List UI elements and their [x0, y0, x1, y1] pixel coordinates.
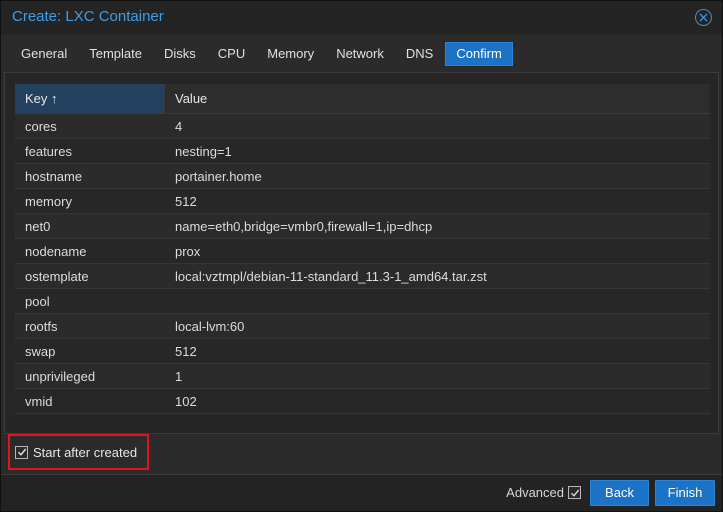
row-key: cores: [25, 119, 57, 134]
table-row[interactable]: pool: [15, 289, 710, 314]
start-after-created-check-icon[interactable]: [15, 445, 28, 459]
close-icon[interactable]: [695, 9, 712, 26]
column-header-value[interactable]: Value: [165, 84, 207, 113]
tab-general[interactable]: General: [11, 42, 77, 66]
tab-disks[interactable]: Disks: [154, 42, 206, 66]
row-key: features: [25, 144, 72, 159]
dialog-title: Create: LXC Container: [12, 8, 164, 25]
tab-cpu[interactable]: CPU: [208, 42, 255, 66]
tab-confirm[interactable]: Confirm: [445, 42, 513, 66]
tab-bar: General Template Disks CPU Memory Network DNS C…: [1, 35, 722, 71]
row-value: 512: [175, 344, 197, 359]
advanced-check-icon[interactable]: [568, 486, 581, 499]
row-value: name=eth0,bridge=vmbr0,firewall=1,ip=dhc…: [175, 219, 433, 234]
dialog-footer: Advanced Back Finish: [1, 474, 722, 511]
tab-template[interactable]: Template: [79, 42, 152, 66]
confirm-panel: Key ↑ Value cores 4 features nesting=1 hostn…: [4, 72, 719, 434]
advanced-toggle[interactable]: Advanced: [506, 485, 581, 500]
lxc-create-dialog: Create: LXC Container General Template Dis…: [0, 0, 723, 512]
start-after-created-label: Start after created: [33, 444, 138, 460]
table-row[interactable]: swap 512: [15, 339, 710, 364]
row-value: 512: [175, 194, 197, 209]
table-row[interactable]: hostname portainer.home: [15, 164, 710, 189]
tab-dns[interactable]: DNS: [396, 42, 443, 66]
row-value: nesting=1: [175, 144, 232, 159]
table-row[interactable]: unprivileged 1: [15, 364, 710, 389]
row-value: 102: [175, 394, 197, 409]
summary-grid: Key ↑ Value cores 4 features nesting=1 hostn…: [15, 84, 710, 414]
row-value: [165, 289, 175, 313]
row-value: portainer.home: [175, 169, 262, 184]
table-row[interactable]: net0 name=eth0,bridge=vmbr0,firewall=1,ip…: [15, 214, 710, 239]
finish-button[interactable]: Finish: [655, 480, 715, 506]
row-key: pool: [25, 294, 50, 309]
column-header-key-label: Key ↑: [25, 90, 58, 106]
row-value: local-lvm:60: [175, 319, 245, 334]
advanced-label: Advanced: [506, 485, 564, 500]
row-key: memory: [25, 194, 72, 209]
table-row[interactable]: cores 4: [15, 114, 710, 139]
row-key: net0: [25, 219, 51, 234]
table-row[interactable]: rootfs local-lvm:60: [15, 314, 710, 339]
column-header-key[interactable]: Key ↑: [15, 84, 165, 113]
table-row[interactable]: ostemplate local:vztmpl/debian-11-standar…: [15, 264, 710, 289]
table-row[interactable]: vmid 102: [15, 389, 710, 414]
row-key: ostemplate: [25, 269, 89, 284]
row-key: rootfs: [25, 319, 58, 334]
dialog-titlebar: Create: LXC Container: [1, 1, 722, 35]
tab-memory[interactable]: Memory: [257, 42, 324, 66]
grid-body: cores 4 features nesting=1 hostname portainer…: [15, 114, 710, 414]
row-key: swap: [25, 344, 56, 359]
row-value: 1: [175, 369, 183, 384]
back-button[interactable]: Back: [590, 480, 649, 506]
table-row[interactable]: features nesting=1: [15, 139, 710, 164]
table-row[interactable]: nodename prox: [15, 239, 710, 264]
table-row[interactable]: memory 512: [15, 189, 710, 214]
row-key: nodename: [25, 244, 87, 259]
row-value: prox: [175, 244, 201, 259]
row-key: hostname: [25, 169, 83, 184]
tab-network[interactable]: Network: [326, 42, 394, 66]
row-key: unprivileged: [25, 369, 96, 384]
row-value: 4: [175, 119, 183, 134]
grid-header: Key ↑ Value: [15, 84, 710, 114]
row-key: vmid: [25, 394, 53, 409]
start-after-created-checkbox[interactable]: Start after created: [8, 434, 149, 470]
row-value: local:vztmpl/debian-11-standard_11.3-1_a…: [175, 269, 487, 284]
